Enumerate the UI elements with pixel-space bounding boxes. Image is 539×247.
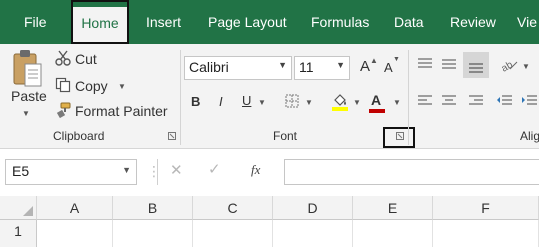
insert-function-button[interactable]: fx xyxy=(251,162,260,178)
top-align-icon[interactable] xyxy=(417,58,433,70)
decrease-indent-icon[interactable] xyxy=(497,95,513,107)
select-all-corner[interactable] xyxy=(0,196,37,220)
clipboard-dialog-launcher-icon[interactable] xyxy=(168,132,176,140)
column-header-c[interactable]: C xyxy=(193,196,273,220)
cell-e1[interactable] xyxy=(353,220,433,247)
cancel-icon[interactable]: ✕ xyxy=(170,161,183,179)
bottom-align-button[interactable] xyxy=(463,52,489,78)
cell-f1[interactable] xyxy=(433,220,539,247)
underline-dropdown-arrow[interactable]: ▼ xyxy=(258,98,266,107)
font-color-dropdown-arrow[interactable]: ▼ xyxy=(393,98,401,107)
bold-button[interactable]: B xyxy=(191,94,200,109)
align-right-icon[interactable] xyxy=(468,95,484,107)
cell-b1[interactable] xyxy=(113,220,193,247)
row-header-1[interactable]: 1 xyxy=(0,220,37,247)
fill-color-dropdown-arrow[interactable]: ▼ xyxy=(353,98,361,107)
orientation-icon[interactable]: ab xyxy=(500,58,518,72)
font-dialog-launcher-highlight-box xyxy=(383,127,415,148)
copy-button[interactable]: Copy xyxy=(75,78,108,94)
cell-c1[interactable] xyxy=(193,220,273,247)
formula-bar: E5 ▼ ⋮ ✕ ✓ fx xyxy=(0,149,539,196)
tab-review[interactable]: Review xyxy=(450,0,496,44)
tab-page-layout[interactable]: Page Layout xyxy=(208,0,287,44)
middle-align-icon[interactable] xyxy=(441,58,457,70)
column-header-e[interactable]: E xyxy=(353,196,433,220)
tab-formulas[interactable]: Formulas xyxy=(311,0,369,44)
tab-data[interactable]: Data xyxy=(394,0,424,44)
paste-dropdown-arrow[interactable]: ▼ xyxy=(22,109,30,118)
font-name-dropdown[interactable]: Calibri ▼ xyxy=(184,56,292,80)
font-color-button[interactable]: A xyxy=(371,92,381,108)
select-all-triangle-icon xyxy=(23,206,33,216)
home-tab-highlight-box xyxy=(71,0,129,44)
column-header-a[interactable]: A xyxy=(37,196,113,220)
tab-insert[interactable]: Insert xyxy=(146,0,181,44)
format-painter-button[interactable]: Format Painter xyxy=(75,103,168,119)
separator xyxy=(180,50,181,145)
formula-input[interactable] xyxy=(284,159,539,185)
paste-button-label[interactable]: Paste xyxy=(11,88,47,104)
paste-icon[interactable] xyxy=(11,48,43,90)
fill-color-swatch xyxy=(332,107,348,111)
borders-icon[interactable] xyxy=(285,94,299,108)
chevron-down-icon: ▼ xyxy=(122,165,131,175)
tab-file[interactable]: File xyxy=(24,0,47,44)
name-box[interactable]: E5 ▼ xyxy=(5,159,137,185)
column-header-b[interactable]: B xyxy=(113,196,193,220)
increase-indent-icon[interactable] xyxy=(522,95,538,107)
copy-dropdown-arrow[interactable]: ▼ xyxy=(118,82,126,91)
column-header-d[interactable]: D xyxy=(273,196,353,220)
bottom-align-icon xyxy=(469,63,483,73)
orientation-dropdown-arrow[interactable]: ▼ xyxy=(522,62,530,71)
decrease-arrow-icon: ▼ xyxy=(393,56,400,63)
ribbon: Paste ▼ Cut Copy ▼ Format Painter Clipbo… xyxy=(0,44,539,149)
separator xyxy=(408,50,409,145)
more-options-icon: ⋮ xyxy=(147,163,161,179)
alignment-group-label: Alig xyxy=(520,129,539,143)
increase-font-size-button[interactable]: A xyxy=(360,58,370,75)
font-size-dropdown[interactable]: 11 ▼ xyxy=(294,56,350,80)
align-left-icon[interactable] xyxy=(417,95,433,107)
cut-button[interactable]: Cut xyxy=(75,51,97,67)
fill-color-icon[interactable] xyxy=(331,92,349,112)
tab-view[interactable]: Vie xyxy=(517,0,537,44)
underline-button[interactable]: U xyxy=(242,93,251,108)
separator xyxy=(157,159,158,185)
increase-arrow-icon: ▲ xyxy=(370,56,378,65)
enter-icon[interactable]: ✓ xyxy=(208,160,221,178)
decrease-font-size-button[interactable]: A xyxy=(384,60,393,75)
format-painter-icon[interactable] xyxy=(55,102,71,118)
copy-icon[interactable] xyxy=(55,77,71,93)
name-box-value: E5 xyxy=(12,163,30,179)
italic-button[interactable]: I xyxy=(219,94,223,109)
font-name-value: Calibri xyxy=(189,59,229,75)
font-size-value: 11 xyxy=(299,59,314,75)
cell-d1[interactable] xyxy=(273,220,353,247)
chevron-down-icon: ▼ xyxy=(278,60,287,70)
column-header-f[interactable]: F xyxy=(433,196,539,220)
clipboard-group-label: Clipboard xyxy=(53,129,105,143)
align-center-icon[interactable] xyxy=(441,95,457,107)
font-color-swatch xyxy=(369,109,385,113)
chevron-down-icon: ▼ xyxy=(336,60,345,70)
borders-dropdown-arrow[interactable]: ▼ xyxy=(305,98,313,107)
cut-icon[interactable] xyxy=(55,50,71,66)
font-group-label: Font xyxy=(273,129,298,143)
cell-a1[interactable] xyxy=(37,220,113,247)
